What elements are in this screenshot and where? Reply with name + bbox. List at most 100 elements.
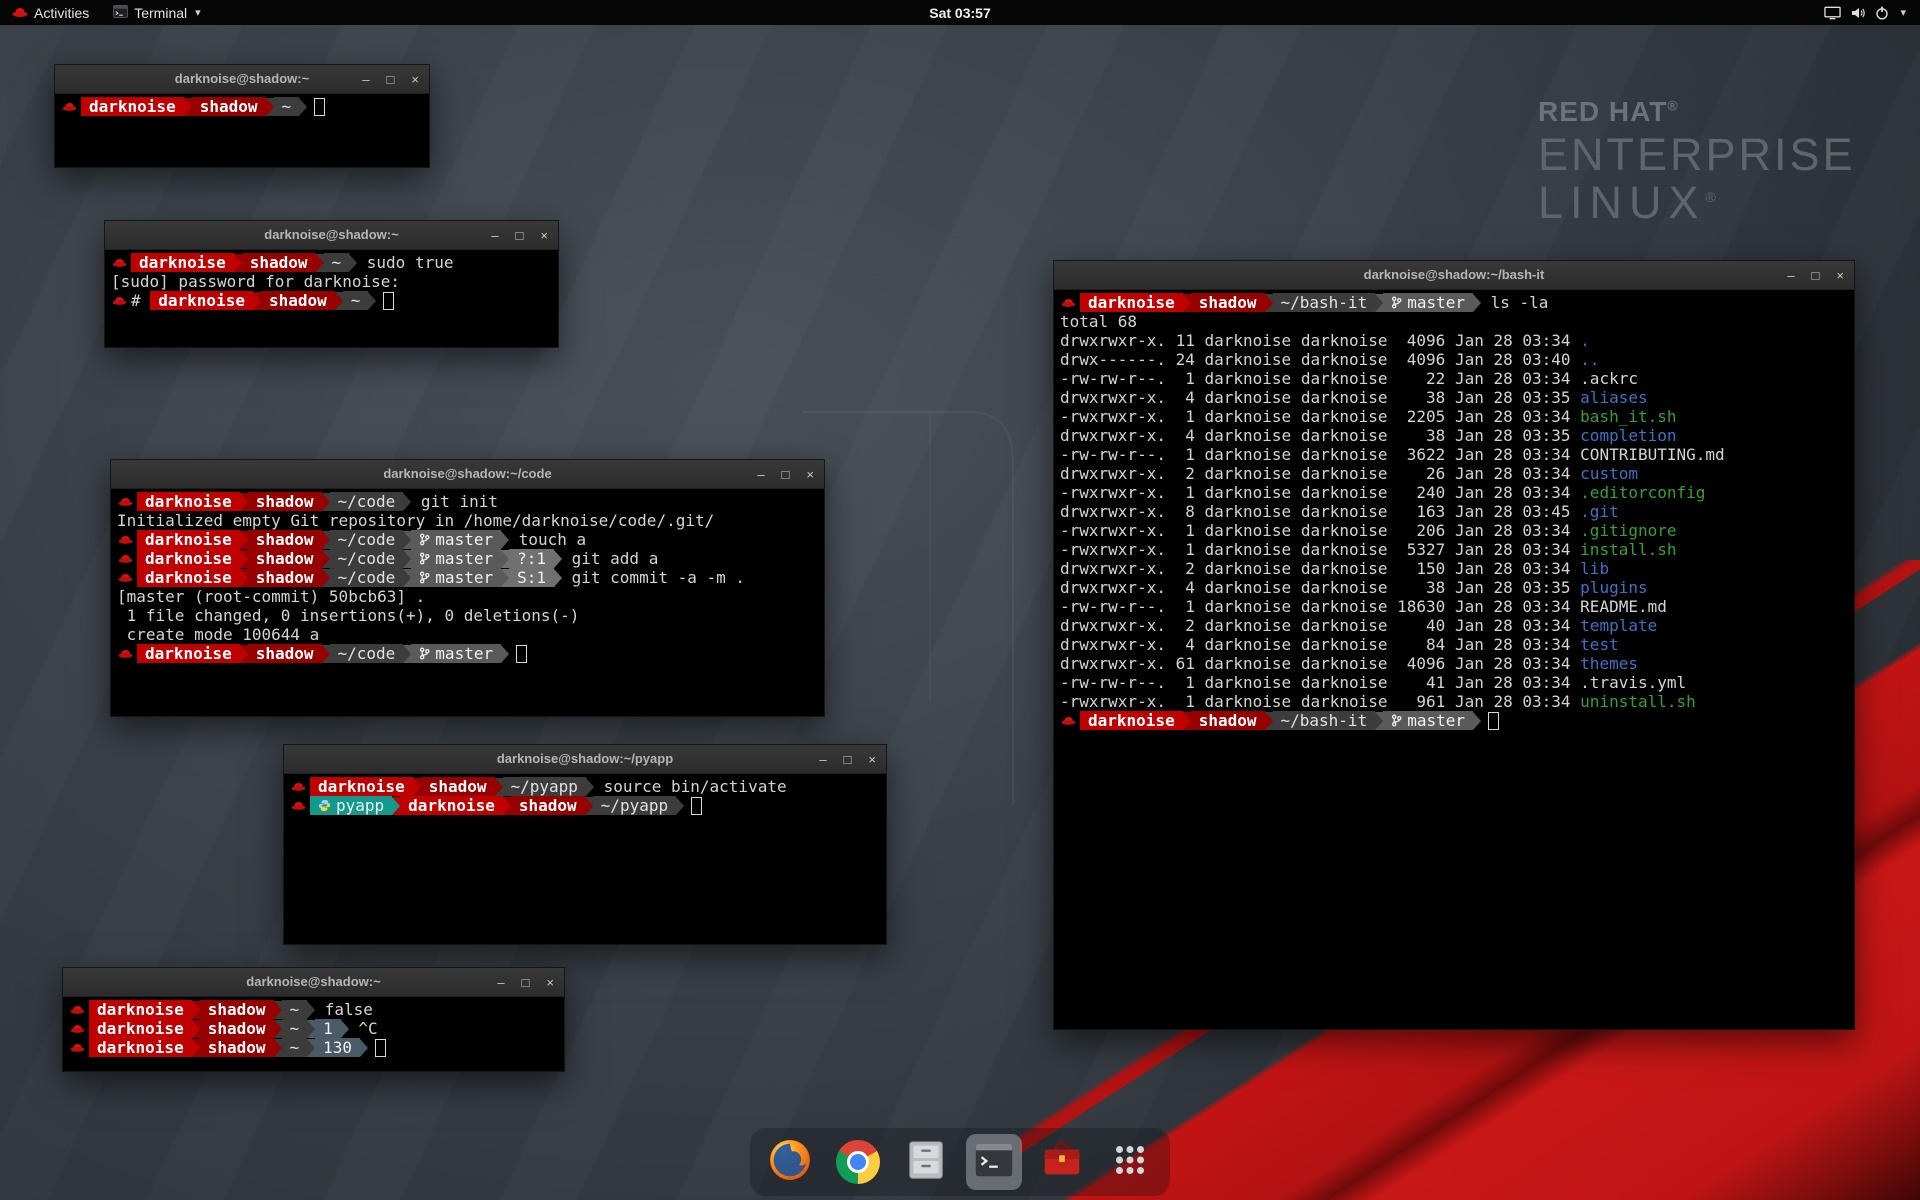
prompt-segment-host: shadow bbox=[248, 568, 322, 587]
dock-item-show-applications[interactable] bbox=[1102, 1134, 1158, 1190]
window-titlebar[interactable]: darknoise@shadow:~ – □ × bbox=[55, 65, 429, 94]
terminal-line: pyappdarknoiseshadow~/pyapp bbox=[290, 796, 882, 815]
dock-item-toolbox[interactable] bbox=[1034, 1134, 1090, 1190]
powerline-arrow bbox=[501, 645, 509, 663]
close-button[interactable]: × bbox=[411, 73, 419, 86]
redhat-prompt-icon bbox=[1061, 297, 1076, 308]
maximize-button[interactable]: □ bbox=[516, 229, 524, 242]
terminal-content[interactable]: darknoiseshadow~/pyapp source bin/activa… bbox=[284, 774, 886, 944]
activities-button[interactable]: Activities bbox=[0, 0, 101, 25]
window-title: darknoise@shadow:~/pyapp bbox=[284, 745, 886, 773]
prompt-segment-path: ~/bash-it bbox=[1273, 711, 1376, 730]
terminal-text: 1 file changed, 0 insertions(+), 0 delet… bbox=[117, 606, 579, 625]
clock[interactable]: Sat 03:57 bbox=[929, 5, 990, 21]
dock-item-chrome[interactable] bbox=[830, 1134, 886, 1190]
terminal-text: git add a bbox=[562, 549, 658, 568]
terminal-line: drwxrwxr-x. 4 darknoise darknoise 38 Jan… bbox=[1060, 388, 1850, 407]
redhat-prompt-icon bbox=[70, 1004, 85, 1015]
prompt-segment-user: darknoise bbox=[89, 1038, 192, 1057]
prompt-segment-host: shadow bbox=[248, 530, 322, 549]
prompt-segment-path: ~ bbox=[324, 253, 350, 272]
prompt-segment-user: darknoise bbox=[89, 1019, 192, 1038]
app-menu-terminal[interactable]: Terminal ▾ bbox=[101, 0, 212, 25]
terminal-window: darknoise@shadow:~/pyapp – □ × darknoise… bbox=[283, 744, 887, 945]
terminal-line: darknoiseshadow~1 ^C bbox=[69, 1019, 560, 1038]
close-button[interactable]: × bbox=[1836, 269, 1844, 282]
maximize-button[interactable]: □ bbox=[387, 73, 395, 86]
terminal-content[interactable]: darknoiseshadow~/code git initInitialize… bbox=[111, 489, 824, 716]
window-title: darknoise@shadow:~/code bbox=[111, 460, 824, 488]
file-name: template bbox=[1580, 616, 1657, 635]
powerline-arrow bbox=[1473, 712, 1481, 730]
window-titlebar[interactable]: darknoise@shadow:~/bash-it – □ × bbox=[1054, 261, 1854, 290]
app-menu-label: Terminal bbox=[134, 5, 187, 21]
powerline-arrow bbox=[403, 531, 411, 549]
window-titlebar[interactable]: darknoise@shadow:~ – □ × bbox=[63, 968, 564, 997]
prompt-segment-git: master bbox=[1383, 711, 1473, 730]
terminal-content[interactable]: darknoiseshadow~/bash-itmaster ls -latot… bbox=[1054, 290, 1854, 1029]
terminal-content[interactable]: darknoiseshadow~ falsedarknoiseshadow~1 … bbox=[63, 997, 564, 1071]
terminal-cursor bbox=[375, 1039, 386, 1057]
prompt-segment-host: shadow bbox=[421, 777, 495, 796]
volume-icon bbox=[1850, 6, 1866, 20]
minimize-button[interactable]: – bbox=[1787, 269, 1794, 282]
terminal-line: drwxrwxr-x. 2 darknoise darknoise 26 Jan… bbox=[1060, 464, 1850, 483]
minimize-button[interactable]: – bbox=[491, 229, 498, 242]
minimize-button[interactable]: – bbox=[819, 753, 826, 766]
close-button[interactable]: × bbox=[546, 976, 554, 989]
close-button[interactable]: × bbox=[540, 229, 548, 242]
terminal-line: -rw-rw-r--. 1 darknoise darknoise 3622 J… bbox=[1060, 445, 1850, 464]
terminal-window: darknoise@shadow:~/code – □ × darknoises… bbox=[110, 459, 825, 717]
prompt-segment-host: shadow bbox=[511, 796, 585, 815]
desktop: { "top_bar": { "activities_label": "Acti… bbox=[0, 0, 1920, 1200]
redhat-prompt-icon bbox=[291, 800, 306, 811]
prompt-segment-user: darknoise bbox=[131, 253, 234, 272]
prompt-segment-user: darknoise bbox=[137, 568, 240, 587]
close-button[interactable]: × bbox=[868, 753, 876, 766]
minimize-button[interactable]: – bbox=[362, 73, 369, 86]
powerline-arrow bbox=[501, 531, 509, 549]
prompt-segment-path: ~/code bbox=[330, 549, 404, 568]
terminal-text: -rwxrwxr-x. 1 darknoise darknoise 240 Ja… bbox=[1060, 483, 1580, 502]
dock-item-terminal[interactable] bbox=[966, 1134, 1022, 1190]
redhat-prompt-icon bbox=[291, 781, 306, 792]
minimize-button[interactable]: – bbox=[757, 468, 764, 481]
maximize-button[interactable]: □ bbox=[782, 468, 790, 481]
maximize-button[interactable]: □ bbox=[1812, 269, 1820, 282]
redhat-logo-icon bbox=[12, 5, 28, 21]
dock-item-firefox[interactable] bbox=[762, 1134, 818, 1190]
powerline-arrow bbox=[322, 493, 330, 511]
branch-icon bbox=[419, 552, 430, 565]
terminal-text: drwxrwxr-x. 2 darknoise darknoise 26 Jan… bbox=[1060, 464, 1580, 483]
close-button[interactable]: × bbox=[806, 468, 814, 481]
terminal-text: -rwxrwxr-x. 1 darknoise darknoise 5327 J… bbox=[1060, 540, 1580, 559]
minimize-button[interactable]: – bbox=[497, 976, 504, 989]
terminal-content[interactable]: darknoiseshadow~ bbox=[55, 94, 429, 167]
terminal-line: darknoiseshadow~/codemaster touch a bbox=[117, 530, 820, 549]
window-titlebar[interactable]: darknoise@shadow:~/pyapp – □ × bbox=[284, 745, 886, 774]
powerline-arrow bbox=[501, 550, 509, 568]
prompt-segment-host: shadow bbox=[1191, 293, 1265, 312]
powerline-arrow bbox=[1375, 712, 1383, 730]
prompt-segment-host: shadow bbox=[200, 1019, 274, 1038]
window-titlebar[interactable]: darknoise@shadow:~/code – □ × bbox=[111, 460, 824, 489]
prompt-segment-path: ~ bbox=[282, 1000, 308, 1019]
window-title: darknoise@shadow:~ bbox=[63, 968, 564, 996]
prompt-segment-path: ~ bbox=[282, 1019, 308, 1038]
terminal-line: darknoiseshadow~/codemaster bbox=[117, 644, 820, 663]
dock-item-files[interactable] bbox=[898, 1134, 954, 1190]
terminal-line: # darknoiseshadow~ bbox=[111, 291, 554, 310]
terminal-line: -rwxrwxr-x. 1 darknoise darknoise 961 Ja… bbox=[1060, 692, 1850, 711]
terminal-content[interactable]: darknoiseshadow~ sudo true[sudo] passwor… bbox=[105, 250, 558, 347]
prompt-segment-git: master bbox=[411, 549, 501, 568]
terminal-line: drwxrwxr-x. 11 darknoise darknoise 4096 … bbox=[1060, 331, 1850, 350]
powerline-arrow bbox=[403, 493, 411, 511]
prompt-segment-user: darknoise bbox=[1080, 293, 1183, 312]
maximize-button[interactable]: □ bbox=[522, 976, 530, 989]
powerline-arrow bbox=[322, 550, 330, 568]
maximize-button[interactable]: □ bbox=[844, 753, 852, 766]
prompt-segment-user: darknoise bbox=[137, 644, 240, 663]
terminal-line: create mode 100644 a bbox=[117, 625, 820, 644]
system-status-menu[interactable]: ▾ bbox=[1810, 0, 1920, 25]
window-titlebar[interactable]: darknoise@shadow:~ – □ × bbox=[105, 221, 558, 250]
